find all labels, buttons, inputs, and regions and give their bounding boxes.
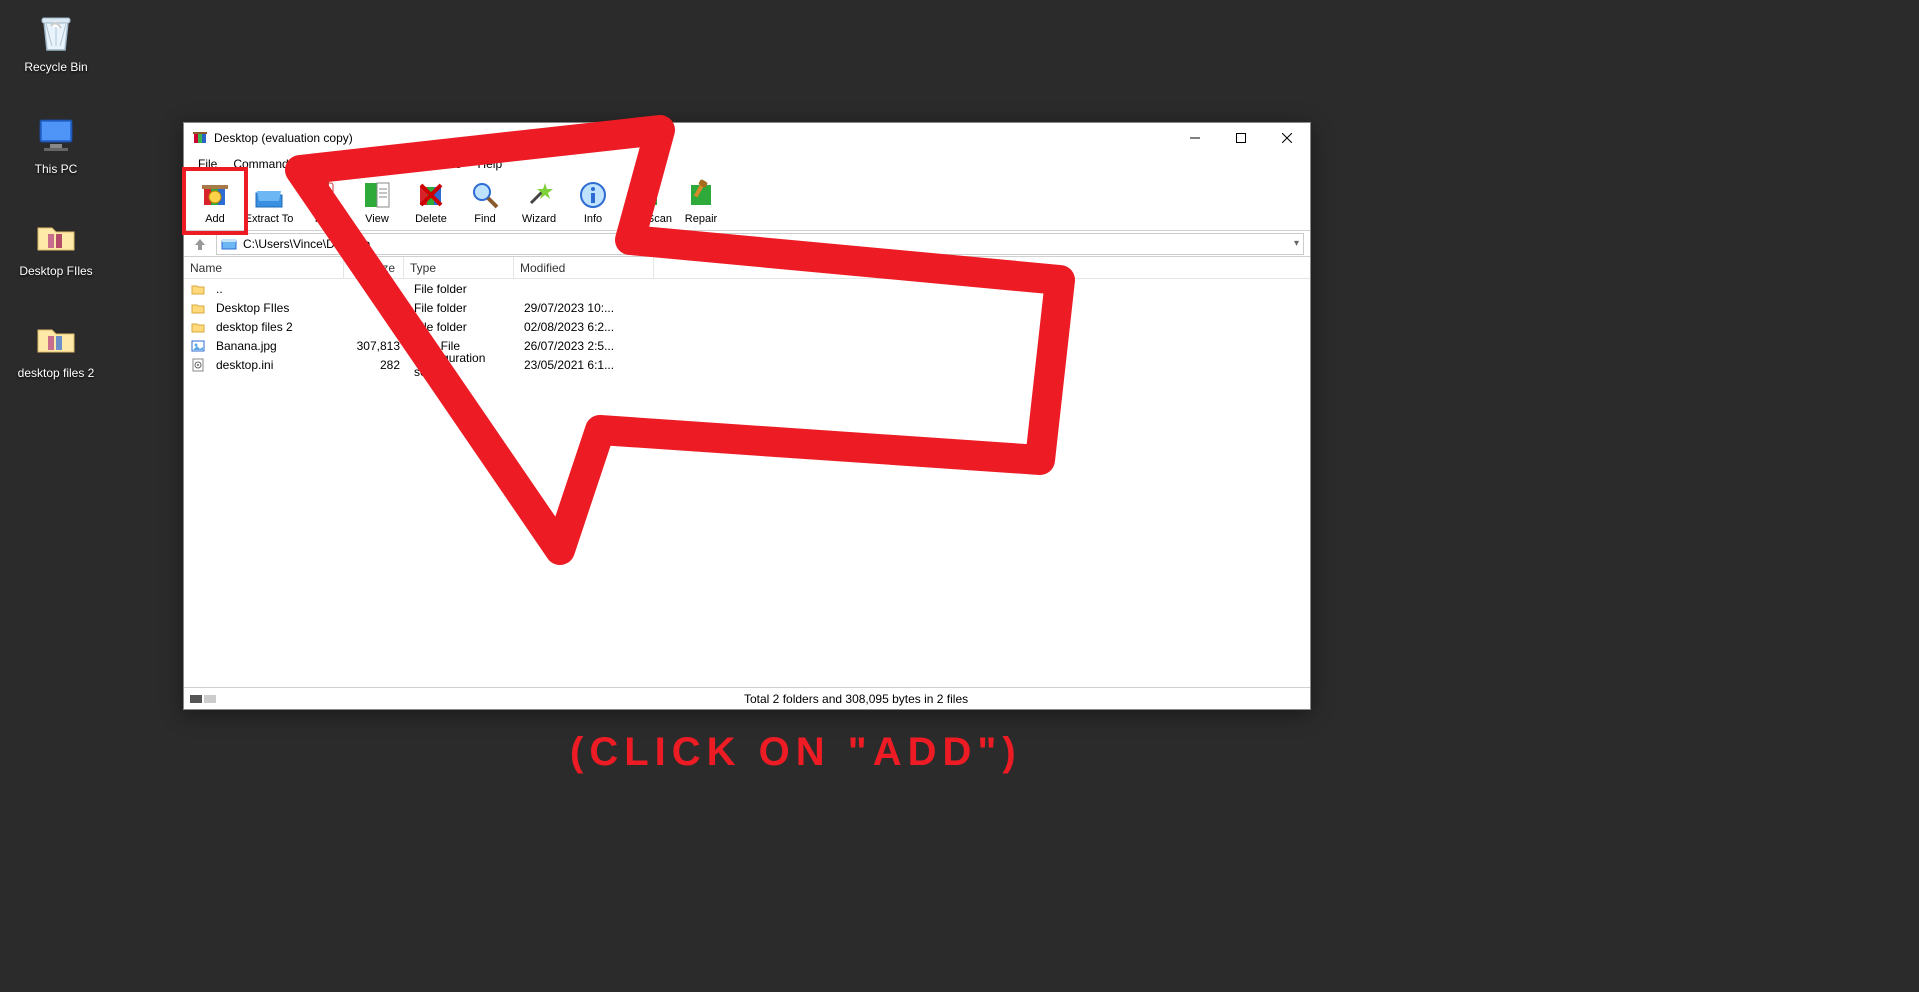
window-title: Desktop (evaluation copy) [214,131,1172,145]
toolbar-label: View [365,213,389,225]
toolbar-view-button[interactable]: View [350,177,404,229]
desktop-icon-label: This PC [16,162,96,176]
file-row[interactable]: Banana.jpg307,813JPG File26/07/2023 2:5.… [184,336,1310,355]
file-modified: 23/05/2021 6:1... [518,358,658,372]
file-row[interactable]: Desktop FIles File folder29/07/2023 10:..… [184,298,1310,317]
file-type: Configuration setti... [408,351,518,379]
toolbar-label: Info [584,213,602,225]
menu-options[interactable]: Options [412,155,469,173]
col-name-header[interactable]: Name [184,257,344,278]
path-text: C:\Users\Vince\Desktop [243,237,370,251]
annotation-text: (CLICK ON "ADD") [570,730,1022,775]
status-text: Total 2 folders and 308,095 bytes in 2 f… [744,692,1310,706]
toolbar-find-button[interactable]: Find [458,177,512,229]
titlebar[interactable]: Desktop (evaluation copy) [184,123,1310,153]
image-icon [190,338,206,354]
disk-indicator-icon [190,693,218,705]
desktop-icon-label: desktop files 2 [16,366,96,380]
virusscan-icon [631,179,663,211]
toolbar-label: Repair [685,213,717,225]
toolbar-label: Wizard [522,213,556,225]
menu-help[interactable]: Help [469,155,510,173]
disk-icon [221,236,237,252]
file-type: File folder [408,282,518,296]
desktop-icon-this-pc[interactable]: This PC [16,110,96,176]
folder-icon [190,281,206,297]
file-name: .. [210,282,348,296]
folder-icon [32,314,80,362]
winrar-app-icon [192,130,208,146]
pathbar: C:\Users\Vince\Desktop ▾ [184,231,1310,257]
menu-favorites[interactable]: Favorites [347,155,412,173]
toolbar-label: Delete [415,213,447,225]
delete-icon [415,179,447,211]
folder-icon [32,212,80,260]
add-icon [199,179,231,211]
list-header: Name Size Type Modified [184,257,1310,279]
minimize-button[interactable] [1172,123,1218,153]
file-size: 307,813 [348,339,408,353]
file-row[interactable]: desktop.ini282Configuration setti...23/0… [184,355,1310,374]
extract-icon [253,179,285,211]
desktop-icon-recycle-bin[interactable]: Recycle Bin [16,8,96,74]
toolbar-add-button[interactable]: Add [188,177,242,229]
toolbar-label: Find [474,213,495,225]
file-type: File folder [408,320,518,334]
toolbar-repair-button[interactable]: Repair [674,177,728,229]
desktop-icon-label: Desktop FIles [16,264,96,278]
menu-file[interactable]: File [190,155,225,173]
info-icon [577,179,609,211]
find-icon [469,179,501,211]
folder-icon [190,319,206,335]
up-button[interactable] [190,234,210,254]
toolbar-label: VirusScan [622,213,672,225]
statusbar: Total 2 folders and 308,095 bytes in 2 f… [184,687,1310,709]
file-row[interactable]: desktop files 2 File folder02/08/2023 6:2… [184,317,1310,336]
file-list: .. File folder Desktop FIles File folder29/… [184,279,1310,687]
file-name: Desktop FIles [210,301,348,315]
file-modified: 02/08/2023 6:2... [518,320,658,334]
toolbar: Add Extract To Test View Delete Find Wiz… [184,175,1310,231]
menubar: File Commands Tools Favorites Options He… [184,153,1310,175]
toolbar-label: Extract To [245,213,294,225]
file-modified: 26/07/2023 2:5... [518,339,658,353]
view-icon [361,179,393,211]
file-size: 282 [348,358,408,372]
col-type-header[interactable]: Type [404,257,514,278]
file-row[interactable]: .. File folder [184,279,1310,298]
col-modified-header[interactable]: Modified [514,257,654,278]
folder-icon [190,300,206,316]
toolbar-delete-button[interactable]: Delete [404,177,458,229]
path-input[interactable]: C:\Users\Vince\Desktop ▾ [216,233,1304,255]
file-name: desktop.ini [210,358,348,372]
test-icon [307,179,339,211]
toolbar-info-button[interactable]: Info [566,177,620,229]
menu-commands[interactable]: Commands [225,155,302,173]
close-button[interactable] [1264,123,1310,153]
desktop-icon-desktop-files[interactable]: Desktop FIles [16,212,96,278]
winrar-window: Desktop (evaluation copy) File Commands … [183,122,1311,710]
menu-tools[interactable]: Tools [303,155,347,173]
toolbar-test-button[interactable]: Test [296,177,350,229]
file-type: File folder [408,301,518,315]
toolbar-virusscan-button[interactable]: VirusScan [620,177,674,229]
repair-icon [685,179,717,211]
desktop-icon-label: Recycle Bin [16,60,96,74]
col-size-header[interactable]: Size [344,257,404,278]
desktop-icon-desktop-files-2[interactable]: desktop files 2 [16,314,96,380]
toolbar-extract-button[interactable]: Extract To [242,177,296,229]
wizard-icon [523,179,555,211]
this-pc-icon [32,110,80,158]
toolbar-label: Add [205,213,225,225]
window-controls [1172,123,1310,153]
toolbar-wizard-button[interactable]: Wizard [512,177,566,229]
toolbar-label: Test [313,213,333,225]
recycle-bin-icon [32,8,80,56]
maximize-button[interactable] [1218,123,1264,153]
file-name: desktop files 2 [210,320,348,334]
chevron-down-icon[interactable]: ▾ [1294,238,1299,249]
ini-icon [190,357,206,373]
file-name: Banana.jpg [210,339,348,353]
file-modified: 29/07/2023 10:... [518,301,658,315]
